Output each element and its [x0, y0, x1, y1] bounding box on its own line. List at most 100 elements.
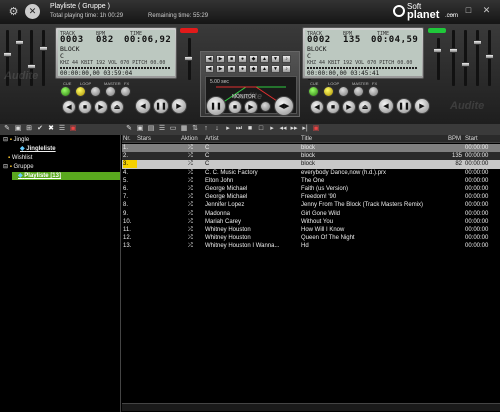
deck-right-fx-button[interactable] [368, 86, 379, 97]
tree-item-jingle[interactable]: ⊟ ▪ Jingle [3, 136, 29, 144]
gear-icon[interactable]: ⚙ [6, 4, 21, 19]
add-icon[interactable]: ⊞ [25, 125, 33, 133]
shuffle-icon[interactable]: ⤮ [188, 144, 198, 152]
deck-left-rewind-button[interactable]: ◀ [135, 98, 151, 114]
close-button[interactable]: ✕ [480, 4, 493, 16]
mixer-btn-10[interactable]: ▶ [216, 65, 225, 73]
left-fader-3-knob[interactable] [27, 64, 36, 69]
mixer-btn-5[interactable]: ◆ [249, 55, 258, 63]
edit-icon[interactable]: ✎ [125, 125, 133, 133]
deck-left-prev-button[interactable]: ◀ [62, 100, 76, 114]
rewind-icon[interactable]: ◂◂ [279, 125, 287, 133]
deck-right-master-button[interactable] [353, 86, 364, 97]
mixer-crossfade-button[interactable]: ◀▶ [274, 96, 294, 116]
right-fader-1[interactable] [452, 30, 455, 86]
table-row[interactable]: 4. C. C. Music Factory everybody Dance,now… [122, 169, 500, 177]
deck-right-pause-button[interactable]: ❚❚ [396, 98, 412, 114]
shuffle-icon[interactable]: ⤮ [188, 169, 198, 177]
mixer-btn-8[interactable]: ♪ [282, 55, 291, 63]
shuffle-icon[interactable]: ⤮ [188, 160, 198, 168]
mixer-btn-7[interactable]: ▼ [271, 55, 280, 63]
deck-right-eject-button[interactable]: ⏏ [358, 100, 372, 114]
monitor-icon[interactable]: ▭ [169, 125, 177, 133]
list-icon[interactable]: ☰ [58, 125, 66, 133]
deck-right-play-button[interactable]: ▶ [414, 98, 430, 114]
mixer-monitor-button[interactable] [260, 101, 271, 112]
left-fader-2-knob[interactable] [15, 40, 24, 45]
right-fader-4-knob[interactable] [485, 54, 494, 59]
table-row[interactable]: 10. Mariah Carey Without You 00:00:00 ⤮ [122, 218, 500, 226]
square-icon[interactable]: □ [257, 125, 265, 133]
tree-toggle-icon[interactable]: ⊟ [3, 137, 10, 143]
right-fader-2[interactable] [464, 30, 467, 86]
col-artist[interactable]: Artist [205, 135, 219, 143]
shuffle-icon[interactable]: ⤮ [188, 210, 198, 218]
next-icon[interactable]: ▸| [301, 125, 309, 133]
mixer-stop-button[interactable]: ■ [228, 100, 242, 114]
move-icon[interactable]: ⇅ [191, 125, 199, 133]
deck-left-pause-button[interactable]: ❚❚ [153, 98, 169, 114]
deck-left-sync-button[interactable] [90, 86, 101, 97]
deck-left-stop-button[interactable]: ■ [78, 100, 92, 114]
skip-icon[interactable]: ⏭ [235, 125, 243, 133]
tree-item-wishlist[interactable]: ▪ Wishlist [8, 154, 32, 162]
arrow-down-icon[interactable]: ↓ [213, 125, 221, 133]
add-file-icon[interactable]: ▣ [136, 125, 144, 133]
table-row[interactable]: 6. George Michael Faith (us Version) 00:00:… [122, 185, 500, 193]
mixer-btn-16[interactable]: ♪ [282, 65, 291, 73]
deck-right-next-button[interactable]: ▶ [342, 100, 356, 114]
mixer-btn-15[interactable]: ▼ [271, 65, 280, 73]
mixer-btn-3[interactable]: ■ [227, 55, 236, 63]
deck-right-prev-button[interactable]: ◀ [310, 100, 324, 114]
arrow-up-icon[interactable]: ↑ [202, 125, 210, 133]
deck-right-volume-slider[interactable] [437, 38, 440, 80]
forward-icon[interactable]: ▸ [268, 125, 276, 133]
shuffle-icon[interactable]: ⤮ [188, 152, 198, 160]
tree-item-playliste[interactable]: ◆ Playliste [13] [12, 172, 120, 180]
new-folder-icon[interactable]: ▣ [14, 125, 22, 133]
col-bpm[interactable]: BPM [448, 135, 461, 143]
table-row[interactable]: 11. Whitney Houston How Will I Know 00:00:0… [122, 226, 500, 234]
mixer-btn-12[interactable]: ● [238, 65, 247, 73]
shuffle-icon[interactable]: ⤮ [188, 218, 198, 226]
table-row[interactable]: 9. Madonna Girl Gone Wild 00:00:00 ⤮ [122, 210, 500, 218]
record-icon[interactable]: ▣ [312, 125, 320, 133]
mixer-btn-14[interactable]: ▲ [260, 65, 269, 73]
deck-right-volume-knob[interactable] [433, 48, 442, 53]
folder-icon[interactable]: ▤ [147, 125, 155, 133]
table-row[interactable]: 1. Cblock 00:00:00 ⤮ [122, 144, 500, 153]
mixer-btn-9[interactable]: ◀ [205, 65, 214, 73]
mixer-btn-1[interactable]: ◀ [205, 55, 214, 63]
col-aktion[interactable]: Aktion [181, 135, 198, 143]
tree-toggle-icon[interactable]: ⊟ [3, 164, 10, 170]
fast-forward-icon[interactable]: ▸▸ [290, 125, 298, 133]
shuffle-icon[interactable]: ⤮ [188, 193, 198, 201]
shuffle-icon[interactable]: ⤮ [188, 242, 198, 250]
shuffle-icon[interactable]: ⤮ [188, 201, 198, 209]
deck-right-loop-button[interactable] [323, 86, 334, 97]
deck-right-cue-button[interactable] [308, 86, 319, 97]
table-row[interactable]: 2. Cblock 135 00:00:00 ⤮ [122, 152, 500, 161]
deck-left-cue-button[interactable] [60, 86, 71, 97]
deck-left-eject-button[interactable]: ⏏ [110, 100, 124, 114]
stop-icon[interactable]: ■ [246, 125, 254, 133]
right-fader-1-knob[interactable] [449, 48, 458, 53]
table-row[interactable]: 12. Whitney Houston Queen Of The Night 00:0… [122, 234, 500, 242]
col-start[interactable]: Start [465, 135, 478, 143]
deck-left-play-button[interactable]: ▶ [171, 98, 187, 114]
tree-item-gruppe[interactable]: ⊟ ▪ Gruppe [3, 163, 34, 171]
deck-right-rewind-button[interactable]: ◀ [378, 98, 394, 114]
maximize-button[interactable]: □ [462, 4, 475, 16]
tree-item-jingleliste[interactable]: ◆ Jingleliste [20, 145, 56, 153]
left-fader-1-knob[interactable] [3, 52, 12, 57]
table-row[interactable]: 3. Cblock 82 00:00:00 ⤮ [122, 160, 500, 169]
table-row[interactable]: 13. Whitney Houston I Wanna... Hd 00:00:00 ⤮ [122, 242, 500, 250]
deck-left-pitch-knob[interactable] [184, 56, 193, 61]
left-fader-4[interactable] [42, 30, 45, 86]
mixer-play-button[interactable]: ▶ [244, 100, 258, 114]
mixer-pause-button[interactable]: ❚❚ [206, 96, 226, 116]
deck-right-stop-button[interactable]: ■ [326, 100, 340, 114]
play-icon[interactable]: ▸ [224, 125, 232, 133]
col-nr[interactable]: Nr. [123, 135, 131, 143]
right-fader-3[interactable] [476, 30, 479, 86]
